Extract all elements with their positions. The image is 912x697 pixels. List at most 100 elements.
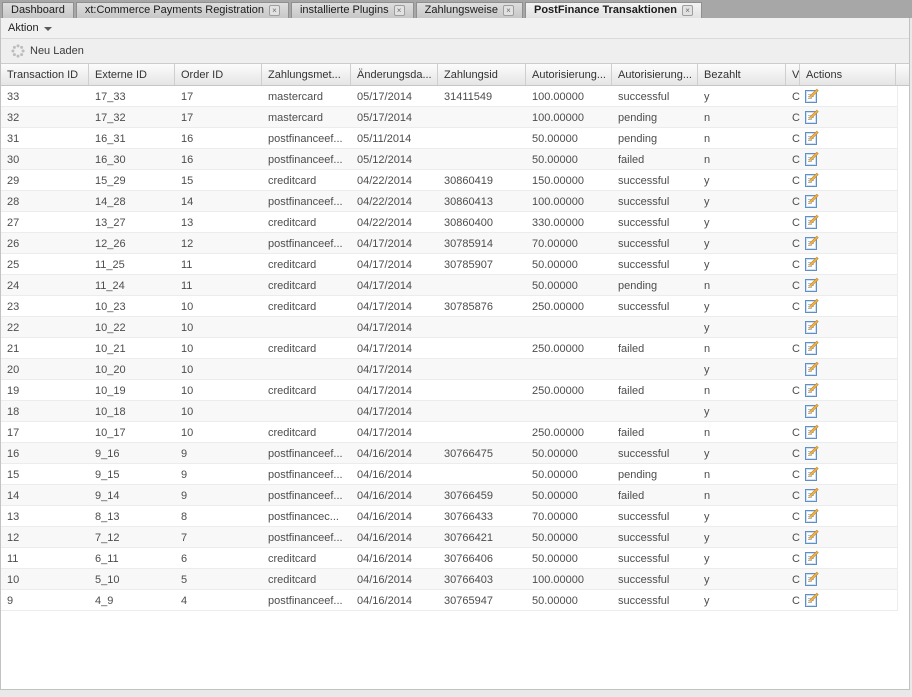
table-row[interactable]: 159_159postfinanceef...04/16/201450.0000… <box>1 464 897 485</box>
cell-aenderungsdatum: 04/17/2014 <box>351 296 438 316</box>
table-row[interactable]: 2411_2411creditcard04/17/201450.00000pen… <box>1 275 897 296</box>
edit-action-button[interactable] <box>800 233 896 253</box>
edit-action-button[interactable] <box>800 422 896 442</box>
aktion-menu[interactable]: Aktion <box>8 22 52 34</box>
edit-action-button[interactable] <box>800 191 896 211</box>
cell-waehrung: C <box>786 338 800 358</box>
cell-order_id: 9 <box>175 464 262 484</box>
column-header-transaction_id[interactable]: Transaction ID <box>1 64 89 85</box>
column-header-order_id[interactable]: Order ID <box>175 64 262 85</box>
table-row[interactable]: 116_116creditcard04/16/20143076640650.00… <box>1 548 897 569</box>
edit-action-button[interactable] <box>800 548 896 568</box>
tab-label: xt:Commerce Payments Registration <box>85 4 264 16</box>
table-row[interactable]: 2915_2915creditcard04/22/201430860419150… <box>1 170 897 191</box>
edit-action-button[interactable] <box>800 485 896 505</box>
cell-autorisierung_status <box>612 401 698 421</box>
cell-transaction_id: 27 <box>1 212 89 232</box>
cell-autorisierung_status: failed <box>612 485 698 505</box>
table-row[interactable]: 169_169postfinanceef...04/16/20143076647… <box>1 443 897 464</box>
edit-action-button[interactable] <box>800 506 896 526</box>
table-row[interactable]: 1910_1910creditcard04/17/2014250.00000fa… <box>1 380 897 401</box>
table-row[interactable]: 138_138postfinancec...04/16/201430766433… <box>1 506 897 527</box>
column-header-bezahlt[interactable]: Bezahlt <box>698 64 786 85</box>
edit-action-button[interactable] <box>800 401 896 421</box>
edit-action-button[interactable] <box>800 464 896 484</box>
edit-action-button[interactable] <box>800 443 896 463</box>
column-header-aenderungsdatum[interactable]: Änderungsda... <box>351 64 438 85</box>
tab[interactable]: Zahlungsweise × <box>416 2 523 18</box>
column-header-zahlungsmethode[interactable]: Zahlungsmet... <box>262 64 351 85</box>
cell-externe_id: 17_33 <box>89 86 175 106</box>
tab-close-icon[interactable]: × <box>269 5 280 16</box>
tab-close-icon[interactable]: × <box>503 5 514 16</box>
tab-close-icon[interactable]: × <box>394 5 405 16</box>
table-row[interactable]: 2010_201004/17/2014y <box>1 359 897 380</box>
tab[interactable]: installierte Plugins × <box>291 2 414 18</box>
table-row[interactable]: 2210_221004/17/2014y <box>1 317 897 338</box>
table-row[interactable]: 2110_2110creditcard04/17/2014250.00000fa… <box>1 338 897 359</box>
cell-waehrung <box>786 401 800 421</box>
edit-action-button[interactable] <box>800 338 896 358</box>
edit-action-button[interactable] <box>800 107 896 127</box>
column-header-autorisierung_status[interactable]: Autorisierung... <box>612 64 698 85</box>
edit-icon <box>803 529 819 545</box>
cell-waehrung: C <box>786 296 800 316</box>
column-header-zahlungsid[interactable]: Zahlungsid <box>438 64 526 85</box>
column-header-externe_id[interactable]: Externe ID <box>89 64 175 85</box>
table-row[interactable]: 3317_3317mastercard05/17/201431411549100… <box>1 86 897 107</box>
edit-action-button[interactable] <box>800 527 896 547</box>
table-row[interactable]: 2310_2310creditcard04/17/201430785876250… <box>1 296 897 317</box>
cell-order_id: 8 <box>175 506 262 526</box>
table-row[interactable]: 105_105creditcard04/16/201430766403100.0… <box>1 569 897 590</box>
tab[interactable]: PostFinance Transaktionen × <box>525 2 702 18</box>
table-row[interactable]: 127_127postfinanceef...04/16/20143076642… <box>1 527 897 548</box>
column-header-autorisierung_betrag[interactable]: Autorisierung... <box>526 64 612 85</box>
column-header-actions[interactable]: Actions <box>800 64 896 85</box>
column-header-waehrung[interactable]: V <box>786 64 800 85</box>
table-row[interactable]: 2511_2511creditcard04/17/20143078590750.… <box>1 254 897 275</box>
cell-zahlungsmethode: creditcard <box>262 569 351 589</box>
edit-action-button[interactable] <box>800 296 896 316</box>
edit-icon <box>803 466 819 482</box>
edit-action-button[interactable] <box>800 359 896 379</box>
table-row[interactable]: 3217_3217mastercard05/17/2014100.00000pe… <box>1 107 897 128</box>
edit-action-button[interactable] <box>800 212 896 232</box>
table-row[interactable]: 1710_1710creditcard04/17/2014250.00000fa… <box>1 422 897 443</box>
edit-action-button[interactable] <box>800 86 896 106</box>
tab-close-icon[interactable]: × <box>682 5 693 16</box>
table-row[interactable]: 1810_181004/17/2014y <box>1 401 897 422</box>
edit-action-button[interactable] <box>800 569 896 589</box>
cell-bezahlt: y <box>698 506 786 526</box>
cell-transaction_id: 30 <box>1 149 89 169</box>
content-panel: Aktion Neu Laden Transaction IDExterne I… <box>0 18 910 690</box>
edit-action-button[interactable] <box>800 380 896 400</box>
edit-action-button[interactable] <box>800 149 896 169</box>
cell-order_id: 13 <box>175 212 262 232</box>
table-row[interactable]: 2814_2814postfinanceef...04/22/201430860… <box>1 191 897 212</box>
edit-action-button[interactable] <box>800 170 896 190</box>
reload-button[interactable]: Neu Laden <box>5 42 90 60</box>
table-row[interactable]: 2713_2713creditcard04/22/201430860400330… <box>1 212 897 233</box>
table-row[interactable]: 2612_2612postfinanceef...04/17/201430785… <box>1 233 897 254</box>
cell-zahlungsmethode: postfinanceef... <box>262 128 351 148</box>
table-row[interactable]: 3116_3116postfinanceef...05/11/201450.00… <box>1 128 897 149</box>
table-row[interactable]: 3016_3016postfinanceef...05/12/201450.00… <box>1 149 897 170</box>
cell-zahlungsid <box>438 107 526 127</box>
edit-action-button[interactable] <box>800 317 896 337</box>
tab[interactable]: xt:Commerce Payments Registration × <box>76 2 289 18</box>
cell-aenderungsdatum: 04/22/2014 <box>351 191 438 211</box>
cell-waehrung: C <box>786 506 800 526</box>
cell-externe_id: 10_19 <box>89 380 175 400</box>
tab[interactable]: Dashboard <box>2 2 74 18</box>
cell-autorisierung_betrag: 250.00000 <box>526 380 612 400</box>
cell-autorisierung_betrag: 50.00000 <box>526 527 612 547</box>
cell-autorisierung_status: failed <box>612 149 698 169</box>
cell-transaction_id: 24 <box>1 275 89 295</box>
edit-action-button[interactable] <box>800 275 896 295</box>
edit-action-button[interactable] <box>800 128 896 148</box>
cell-bezahlt: y <box>698 317 786 337</box>
table-row[interactable]: 149_149postfinanceef...04/16/20143076645… <box>1 485 897 506</box>
edit-action-button[interactable] <box>800 254 896 274</box>
edit-action-button[interactable] <box>800 590 896 610</box>
table-row[interactable]: 94_94postfinanceef...04/16/2014307659475… <box>1 590 897 611</box>
